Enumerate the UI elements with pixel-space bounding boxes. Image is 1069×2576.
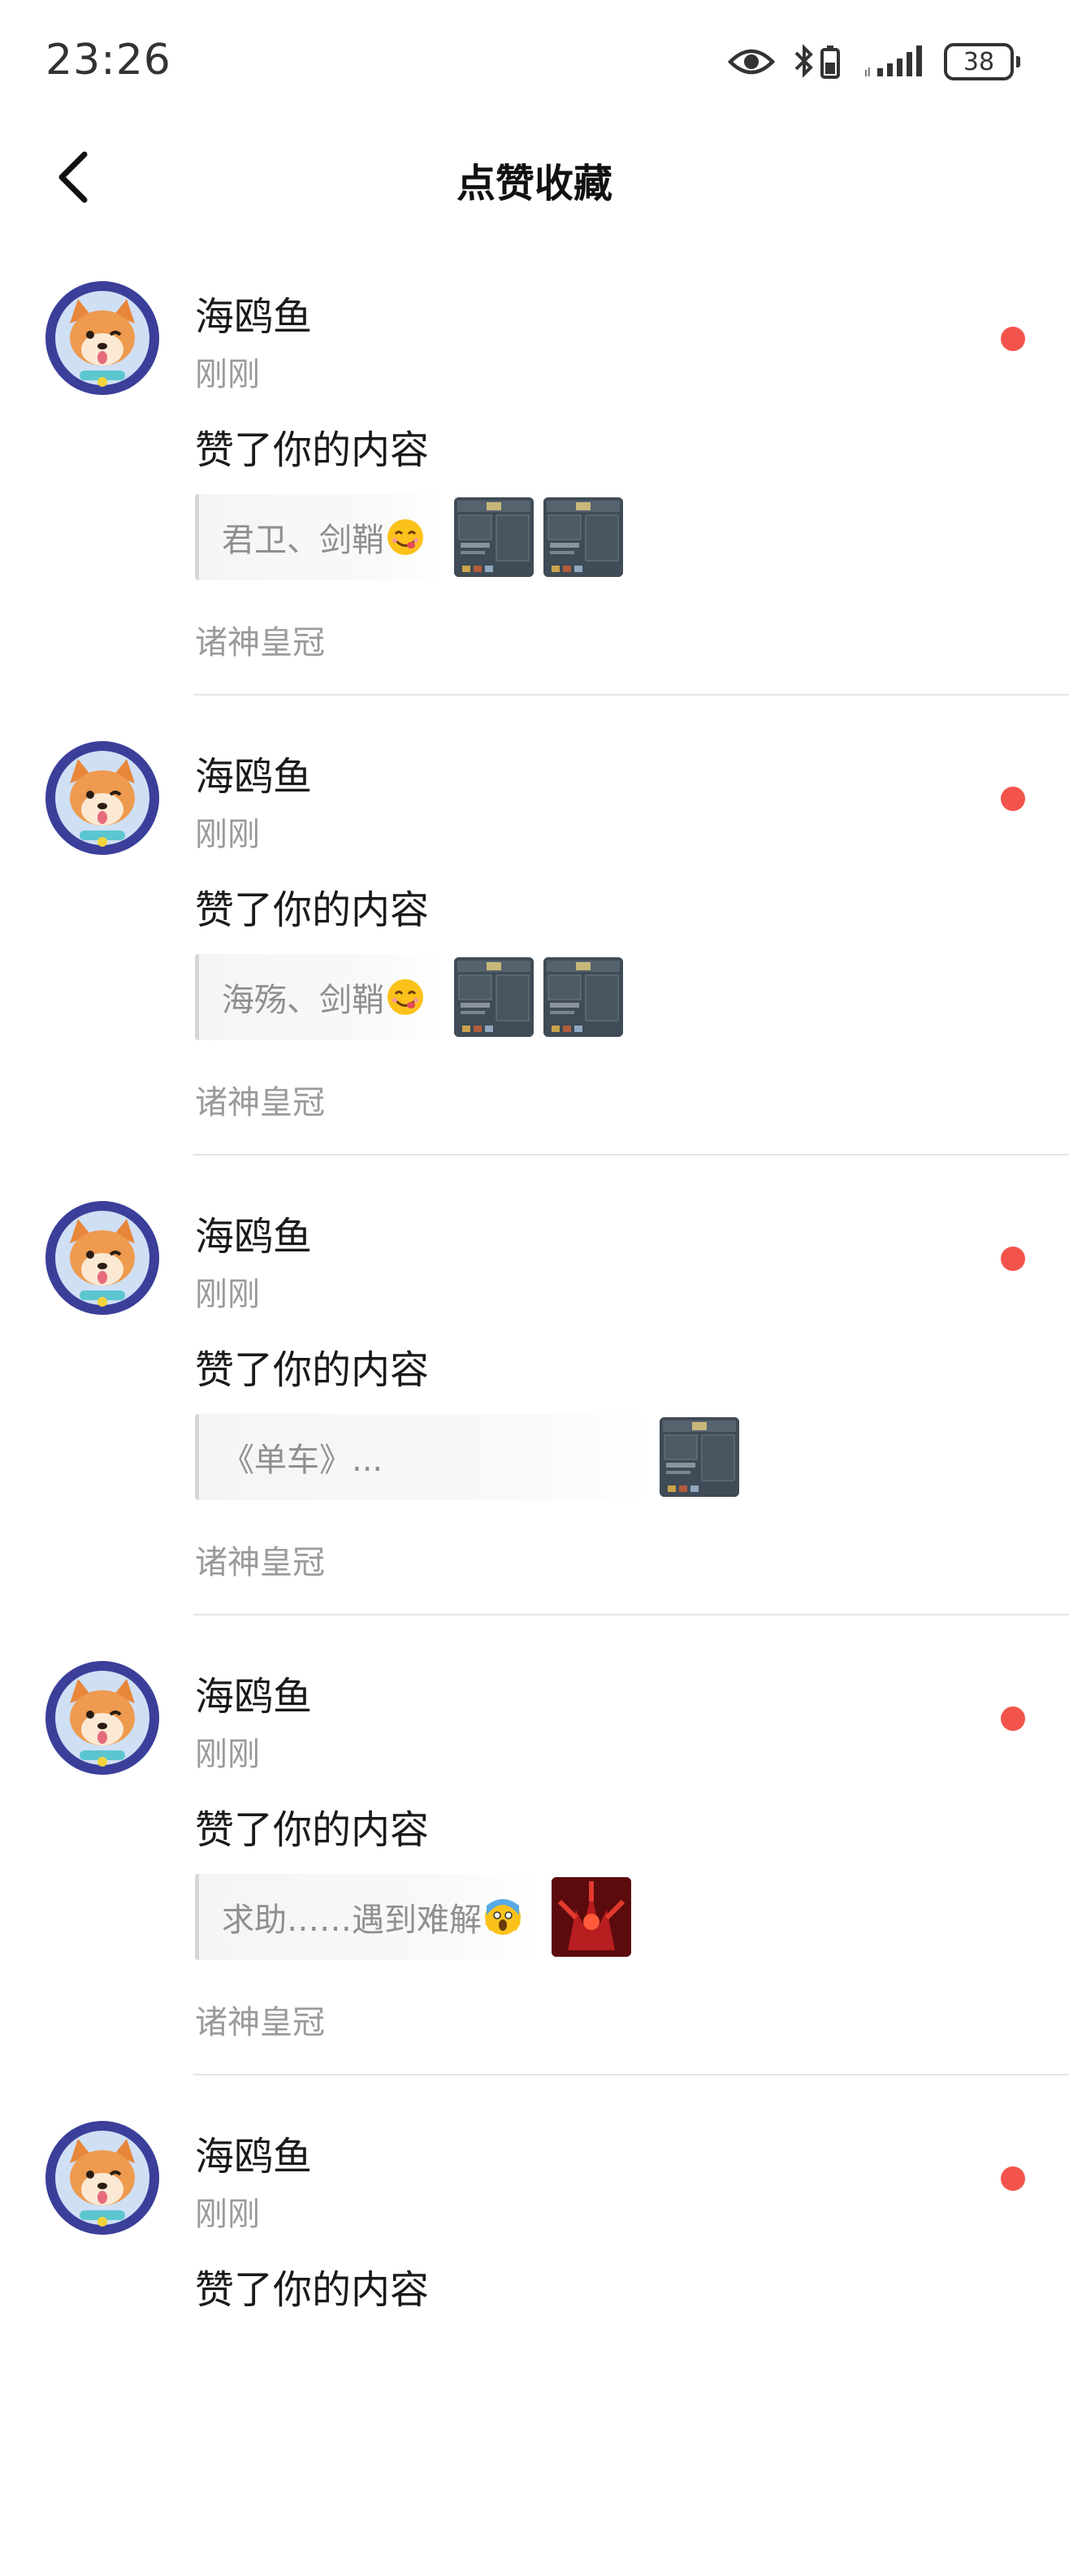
notification-list: 海鸥鱼 刚刚 赞了你的内容 君卫、剑鞘 诸神皇冠 海鸥鱼 刚刚 赞了你的内容 海… [0, 276, 1069, 2576]
circle-name[interactable]: 诸神皇冠 [195, 1536, 325, 1583]
quote-text: 求助……遇到难解 [222, 1902, 482, 1939]
divider [193, 1614, 1069, 1615]
quoted-content[interactable]: 君卫、剑鞘 [195, 494, 623, 580]
quote-text-box[interactable]: 求助……遇到难解 [195, 1874, 542, 1960]
action-text: 赞了你的内容 [195, 1807, 430, 1853]
content-thumbnail[interactable] [552, 1877, 631, 1957]
action-text: 赞了你的内容 [195, 1347, 430, 1393]
quoted-content[interactable]: 海殇、剑鞘 [195, 954, 623, 1040]
unread-dot [1001, 787, 1025, 811]
username[interactable]: 海鸥鱼 [195, 744, 312, 801]
quote-text: 君卫、剑鞘 [222, 522, 384, 559]
status-bar: 23:26 ıl 38 [0, 0, 1069, 122]
notification-item[interactable]: 海鸥鱼 刚刚 赞了你的内容 [0, 2116, 1069, 2576]
quote-text: 海殇、剑鞘 [222, 982, 384, 1019]
circle-name[interactable]: 诸神皇冠 [195, 616, 325, 663]
divider [193, 1154, 1069, 1156]
svg-text:ıl: ıl [864, 67, 871, 80]
action-text: 赞了你的内容 [195, 887, 430, 933]
eye-icon [728, 46, 775, 78]
avatar[interactable] [45, 1201, 159, 1315]
battery-level: 38 [944, 43, 1014, 80]
battery-icon: 38 [944, 43, 1020, 80]
circle-name[interactable]: 诸神皇冠 [195, 1076, 325, 1123]
timestamp: 刚刚 [195, 1276, 260, 1313]
action-text: 赞了你的内容 [195, 427, 430, 473]
yum-emoji-icon [387, 979, 423, 1015]
bluetooth-icon [793, 43, 845, 80]
avatar[interactable] [45, 281, 159, 395]
action-text: 赞了你的内容 [195, 2267, 430, 2313]
notification-item[interactable]: 海鸥鱼 刚刚 赞了你的内容 君卫、剑鞘 诸神皇冠 [0, 276, 1069, 736]
quoted-content[interactable]: 求助……遇到难解 [195, 1874, 631, 1960]
timestamp: 刚刚 [195, 1736, 260, 1773]
notification-item[interactable]: 海鸥鱼 刚刚 赞了你的内容 《单车》... 诸神皇冠 [0, 1196, 1069, 1656]
divider [193, 2074, 1069, 2075]
unread-dot [1001, 2166, 1025, 2191]
unread-dot [1001, 327, 1025, 351]
status-icons: ıl 38 [728, 36, 1020, 88]
signal-icon: ıl [863, 44, 926, 80]
circle-name[interactable]: 诸神皇冠 [195, 1996, 325, 2043]
avatar[interactable] [45, 1661, 159, 1775]
notification-item[interactable]: 海鸥鱼 刚刚 赞了你的内容 海殇、剑鞘 诸神皇冠 [0, 736, 1069, 1196]
quote-text: 《单车》... [222, 1442, 383, 1479]
status-time: 23:26 [45, 36, 171, 85]
quote-text-box[interactable]: 君卫、剑鞘 [195, 494, 444, 580]
content-thumbnail[interactable] [454, 497, 534, 577]
content-thumbnail[interactable] [454, 957, 534, 1037]
yum-emoji-icon [387, 519, 423, 555]
content-thumbnail[interactable] [543, 497, 623, 577]
scream-emoji-icon [484, 1899, 522, 1935]
unread-dot [1001, 1247, 1025, 1271]
divider [193, 694, 1069, 696]
page-title: 点赞收藏 [456, 161, 612, 206]
nav-bar: 点赞收藏 [0, 122, 1069, 236]
timestamp: 刚刚 [195, 2196, 260, 2233]
avatar[interactable] [45, 2121, 159, 2235]
quoted-content[interactable]: 《单车》... [195, 1414, 739, 1500]
content-thumbnail[interactable] [543, 957, 623, 1037]
timestamp: 刚刚 [195, 356, 260, 393]
unread-dot [1001, 1706, 1025, 1731]
content-thumbnail[interactable] [660, 1417, 739, 1497]
quote-text-box[interactable]: 《单车》... [195, 1414, 650, 1500]
username[interactable]: 海鸥鱼 [195, 2124, 312, 2181]
avatar[interactable] [45, 741, 159, 855]
username[interactable]: 海鸥鱼 [195, 1664, 312, 1721]
username[interactable]: 海鸥鱼 [195, 1204, 312, 1261]
timestamp: 刚刚 [195, 816, 260, 853]
username[interactable]: 海鸥鱼 [195, 284, 312, 341]
notification-item[interactable]: 海鸥鱼 刚刚 赞了你的内容 求助……遇到难解 诸神皇冠 [0, 1656, 1069, 2116]
quote-text-box[interactable]: 海殇、剑鞘 [195, 954, 444, 1040]
